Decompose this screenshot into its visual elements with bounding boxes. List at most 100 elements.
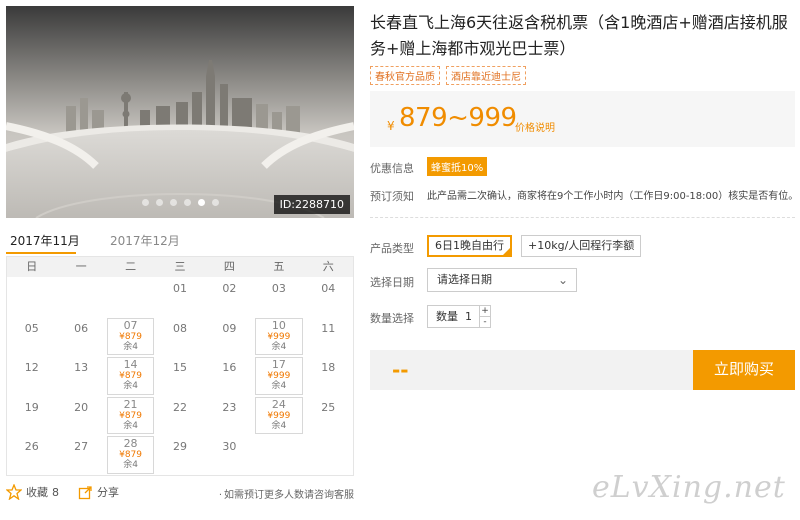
carousel-dot[interactable] — [211, 199, 219, 206]
calendar-day: 11 — [304, 317, 353, 357]
product-title: 长春直飞上海6天往返含税机票（含1晚酒店+赠酒店接机服务+赠上海都市观光巴士票） — [370, 13, 788, 58]
left-footer: 收藏 8 分享 如需预订更多人数请咨询客服 — [6, 484, 356, 504]
calendar-day-available[interactable]: 10 ¥999 余4 — [254, 317, 303, 357]
share-icon — [78, 485, 92, 499]
calendar-day: 04 — [304, 277, 353, 317]
type-option-6d1n[interactable]: 6日1晚自由行 — [427, 235, 512, 257]
weekday-label: 五 — [273, 260, 285, 273]
day-number: 05 — [24, 321, 39, 335]
calendar-day: 27 — [56, 435, 105, 475]
calendar-day-available[interactable]: 14 ¥879 余4 — [106, 356, 155, 396]
share-label: 分享 — [97, 486, 119, 499]
day-cell-border — [106, 396, 155, 434]
day-number: 12 — [24, 361, 39, 374]
day-cell-border — [106, 436, 155, 474]
day-number: 11 — [321, 321, 336, 335]
skyline-photo — [6, 6, 354, 218]
buy-now-button[interactable]: 立即购买 — [693, 350, 795, 390]
day-number: 01 — [172, 282, 187, 295]
weekday-label: 一 — [75, 260, 87, 273]
calendar-day: 15 — [155, 356, 204, 396]
type-option-luggage[interactable]: +10kg/人回程行李额 — [521, 235, 642, 257]
qty-decrease-button[interactable]: - — [480, 316, 490, 327]
calendar-day-available[interactable]: 17 ¥999 余4 — [254, 356, 303, 396]
calendar-day: 12 — [7, 356, 56, 396]
day-number: 19 — [24, 400, 39, 414]
weekday-label: 日 — [26, 260, 38, 273]
favorite-label: 收藏 — [26, 486, 48, 499]
watermark: eLvXing.net — [592, 470, 786, 505]
day-cell-border — [255, 396, 303, 434]
calendar-day: 01 — [155, 277, 204, 317]
calendar-day: 19 — [7, 396, 56, 436]
image-id-label: ID:2288710 — [273, 195, 350, 214]
calendar-day: 26 — [7, 435, 56, 475]
day-number: 13 — [74, 361, 89, 374]
calendar-day-available[interactable]: 28 ¥879 余4 — [106, 435, 155, 475]
day-cell-border — [255, 357, 303, 395]
tab-month-dec[interactable]: 2017年12月 — [110, 232, 180, 249]
date-label: 选择日期 — [370, 276, 414, 289]
calendar-day-available[interactable]: 07 ¥879 余4 — [106, 317, 155, 357]
favorite-button[interactable]: 收藏 8 — [6, 484, 59, 500]
type-label: 产品类型 — [370, 242, 414, 255]
day-number: 08 — [172, 321, 187, 335]
day-number: 02 — [222, 282, 237, 295]
notice-label: 预订须知 — [370, 190, 414, 203]
calendar-grid: 01 02 03 04 05 06 07 ¥879 余4 08 09 10 ¥999 余4 11 12 13 14… — [7, 277, 353, 475]
carousel-dot[interactable] — [155, 199, 163, 206]
calendar-weekday-header: 日一二三四五六 — [7, 257, 353, 277]
day-number: 03 — [271, 282, 286, 295]
qty-prefix: 数量 — [436, 310, 458, 323]
calendar-day: 25 — [304, 396, 353, 436]
calendar-day: 16 — [205, 356, 254, 396]
calendar-day: 02 — [205, 277, 254, 317]
day-number: 27 — [74, 440, 89, 453]
day-number: 23 — [222, 400, 237, 414]
weekday-label: 四 — [223, 260, 235, 273]
price-calendar: 日 一 二 三 四 五 六 01 02 03 04 05 06 07 ¥879 余4 08 09 10 ¥999 余4… — [6, 256, 354, 476]
carousel-dot[interactable] — [141, 199, 149, 206]
calendar-day: 06 — [56, 317, 105, 357]
day-number: 29 — [172, 440, 187, 453]
calendar-day: 09 — [205, 317, 254, 357]
carousel-dot[interactable] — [183, 199, 191, 206]
calendar-empty-cell — [56, 277, 105, 317]
calendar-day-available[interactable]: 24 ¥999 余4 — [254, 396, 303, 436]
qty-increase-button[interactable]: + — [480, 306, 490, 316]
quantity-stepper[interactable]: 数量 1 + - — [427, 305, 491, 328]
favorite-count: 8 — [52, 485, 59, 499]
day-number: 16 — [222, 361, 237, 374]
carousel-dot[interactable] — [197, 199, 205, 206]
notice-text: 此产品需二次确认，商家将在9个工作小时内（工作日9:00-18:00）核实是否有… — [427, 191, 799, 202]
product-image[interactable]: ID:2288710 — [6, 6, 354, 218]
calendar-day: 05 — [7, 317, 56, 357]
day-number: 26 — [24, 440, 39, 453]
day-number: 20 — [74, 400, 89, 414]
calendar-day-available[interactable]: 21 ¥879 余4 — [106, 396, 155, 436]
calendar-month-tabs: 2017年11月 2017年12月 — [6, 228, 354, 256]
calendar-empty-cell — [7, 277, 56, 317]
calendar-day: 29 — [155, 435, 204, 475]
price-explain-link[interactable]: 价格说明 — [515, 119, 555, 134]
calendar-empty-cell — [106, 277, 155, 317]
weekday-label: 三 — [174, 260, 186, 273]
carousel-dot[interactable] — [169, 199, 177, 206]
date-select[interactable]: 请选择日期 ⌄ — [427, 268, 577, 292]
tab-month-nov[interactable]: 2017年11月 — [10, 232, 80, 249]
day-number: 09 — [222, 321, 237, 335]
day-number: 30 — [222, 440, 237, 453]
calendar-day: 22 — [155, 396, 204, 436]
share-button[interactable]: 分享 — [78, 484, 119, 500]
section-divider — [370, 217, 795, 218]
day-cell-border — [106, 357, 155, 395]
calendar-day: 23 — [205, 396, 254, 436]
calendar-empty-cell — [254, 435, 303, 475]
consult-hint[interactable]: 如需预订更多人数请咨询客服 — [219, 486, 354, 501]
chevron-down-icon: ⌄ — [557, 273, 568, 287]
badge-official-quality: 春秋官方品质 — [370, 66, 440, 85]
active-tab-indicator — [6, 252, 76, 254]
day-number: 06 — [74, 321, 89, 335]
day-cell-border — [255, 317, 303, 355]
calendar-day: 30 — [205, 435, 254, 475]
